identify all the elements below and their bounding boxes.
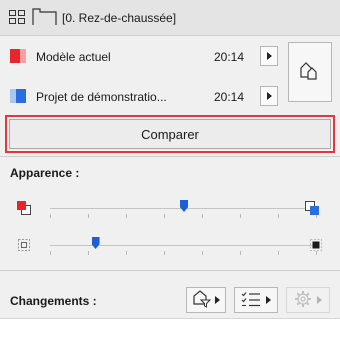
overlay-compare-icon: [299, 61, 321, 84]
slider-tick: [50, 214, 51, 218]
slider-tick: [202, 214, 203, 218]
slider-tick: [202, 251, 203, 255]
story-title: [0. Rez-de-chaussée]: [62, 11, 177, 25]
red-overlay-icon: [16, 200, 32, 219]
project-label: Projet de démonstratio...: [36, 90, 167, 104]
slider-tick: [88, 251, 89, 255]
arrow-right-icon: [266, 92, 272, 100]
slider-track: [50, 245, 318, 246]
list-button[interactable]: [234, 287, 278, 313]
slider-tick: [164, 251, 165, 255]
grid-layout-icon[interactable]: [9, 10, 25, 27]
settings-button[interactable]: [286, 287, 330, 313]
palette-header: [0. Rez-de-chaussée]: [0, 0, 340, 36]
overlay-compare-button[interactable]: [288, 42, 332, 102]
current-model-menu-button[interactable]: [260, 46, 278, 66]
opacity-slider[interactable]: [50, 231, 320, 257]
transparent-square-icon: [17, 238, 31, 255]
slider-tick: [88, 214, 89, 218]
arrow-right-icon: [214, 296, 220, 304]
floor-plan-icon[interactable]: [32, 8, 58, 29]
current-model-color-swatch-light: [20, 49, 26, 63]
compare-highlight: Comparer: [5, 115, 335, 153]
list-icon: [241, 291, 261, 310]
settings-icon: [294, 290, 312, 311]
slider-tick: [126, 214, 127, 218]
slider-thumb[interactable]: [180, 200, 188, 212]
divider: [0, 270, 340, 271]
blue-overlay-icon: [304, 200, 320, 219]
project-menu-button[interactable]: [260, 86, 278, 106]
current-model-label: Modèle actuel: [36, 50, 111, 64]
slider-thumb[interactable]: [91, 237, 100, 249]
element-filter-button[interactable]: [186, 287, 226, 313]
color-overlay-slider[interactable]: [50, 194, 320, 220]
slider-tick: [278, 251, 279, 255]
project-color-swatch: [16, 89, 26, 103]
slider-tick: [278, 214, 279, 218]
slider-tick: [164, 214, 165, 218]
solid-square-icon: [309, 238, 323, 255]
appearance-title: Apparence :: [10, 166, 80, 180]
compare-button[interactable]: Comparer: [9, 119, 331, 149]
arrow-right-icon: [317, 296, 323, 304]
arrow-right-icon: [266, 52, 272, 60]
element-filter-icon: [192, 289, 212, 311]
slider-tick: [240, 251, 241, 255]
divider: [0, 156, 340, 157]
model-row-current[interactable]: Modèle actuel 20:14: [6, 44, 280, 70]
changes-list-area[interactable]: [0, 318, 340, 356]
current-model-time: 20:14: [214, 50, 245, 64]
slider-tick: [126, 251, 127, 255]
changes-title: Changements :: [10, 294, 97, 308]
slider-tick: [50, 251, 51, 255]
project-time: 20:14: [214, 90, 245, 104]
arrow-right-icon: [265, 296, 271, 304]
model-row-project[interactable]: Projet de démonstratio... 20:14: [6, 84, 280, 110]
slider-tick: [240, 214, 241, 218]
